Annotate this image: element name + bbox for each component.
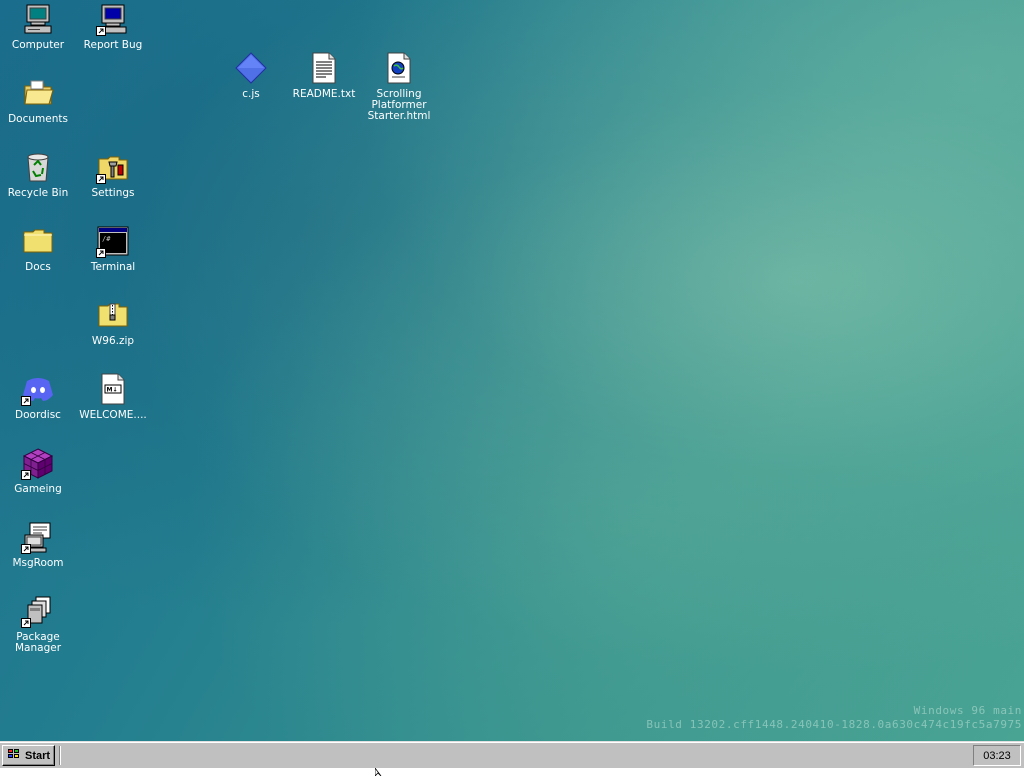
windows-logo-icon (6, 747, 22, 764)
desktop-icon-label: c.js (242, 88, 260, 100)
start-button-label: Start (25, 749, 51, 762)
computer-icon (21, 2, 55, 36)
desktop-icon-package-manager[interactable]: Package Manager (0, 594, 76, 654)
desktop-icon-terminal[interactable]: /# Terminal (75, 224, 151, 273)
start-button[interactable]: Start (2, 745, 55, 766)
desktop-icon-label: W96.zip (91, 335, 135, 347)
desktop-icon-label: Package Manager (14, 631, 62, 654)
desktop-icon-label: WELCOME.... (79, 409, 147, 421)
desktop-icon-label: Terminal (90, 261, 136, 273)
taskbar-divider (59, 746, 61, 765)
system-tray[interactable]: 03:23 (973, 745, 1021, 766)
text-file-icon (307, 51, 341, 85)
desktop-icon-label: Documents (8, 113, 68, 125)
folder-icon (21, 224, 55, 258)
markdown-file-icon: M↓ (96, 372, 130, 406)
discord-icon (21, 372, 55, 406)
desktop-icon-settings[interactable]: Settings (75, 150, 151, 199)
report-bug-icon (96, 2, 130, 36)
build-watermark-line2: Build 13202.cff1448.240410-1828.0a630c47… (646, 718, 1022, 731)
desktop-icon-label: Report Bug (83, 39, 143, 51)
desktop-icon-label: Scrolling Platformer Starter.html (367, 88, 431, 122)
desktop-icon-docs[interactable]: Docs (0, 224, 76, 273)
desktop-icon-report-bug[interactable]: Report Bug (75, 2, 151, 51)
shortcut-arrow-icon (21, 618, 31, 628)
svg-text:M↓: M↓ (107, 387, 118, 394)
desktop-icon-label: Computer (11, 39, 65, 51)
svg-text:/#: /# (102, 235, 111, 243)
desktop-icon-label: Settings (91, 187, 135, 199)
desktop-icon-gameing[interactable]: Gameing (0, 446, 76, 495)
desktop-icon-welcome[interactable]: M↓ WELCOME.... (75, 372, 151, 421)
shortcut-arrow-icon (21, 396, 31, 406)
shortcut-arrow-icon (21, 470, 31, 480)
chat-computer-icon (21, 520, 55, 554)
settings-folder-icon (96, 150, 130, 184)
desktop-icon-label: Recycle Bin (7, 187, 69, 199)
desktop-icon-documents[interactable]: Documents (0, 76, 76, 125)
desktop[interactable]: Computer Report Bug Documents Recycle Bi… (0, 0, 1024, 741)
shortcut-arrow-icon (96, 174, 106, 184)
desktop-icon-scrolling-platformer[interactable]: Scrolling Platformer Starter.html (361, 51, 437, 122)
js-file-icon (234, 51, 268, 85)
desktop-icon-label: Doordisc (15, 409, 61, 421)
desktop-icon-doordisc[interactable]: Doordisc (0, 372, 76, 421)
desktop-icon-msgroom[interactable]: MsgRoom (0, 520, 76, 569)
build-watermark: Windows 96 main Build 13202.cff1448.2404… (646, 704, 1022, 732)
desktop-icon-computer[interactable]: Computer (0, 2, 76, 51)
shortcut-arrow-icon (96, 248, 106, 258)
desktop-icon-label: Docs (25, 261, 51, 273)
shortcut-arrow-icon (96, 26, 106, 36)
desktop-icon-cjs[interactable]: c.js (213, 51, 289, 100)
mouse-cursor-icon (374, 761, 385, 780)
terminal-icon: /# (96, 224, 130, 258)
desktop-icon-recycle-bin[interactable]: Recycle Bin (0, 150, 76, 199)
clock[interactable]: 03:23 (983, 750, 1011, 762)
desktop-icon-label: Gameing (14, 483, 62, 495)
open-folder-icon (21, 76, 55, 110)
desktop-icon-w96zip[interactable]: W96.zip (75, 298, 151, 347)
build-watermark-line1: Windows 96 main (913, 704, 1022, 717)
shortcut-arrow-icon (21, 544, 31, 554)
desktop-icon-readme[interactable]: README.txt (286, 51, 362, 100)
html-file-icon (382, 51, 416, 85)
cube-icon (21, 446, 55, 480)
recycle-bin-icon (21, 150, 55, 184)
package-manager-icon (21, 594, 55, 628)
desktop-icon-label: MsgRoom (12, 557, 64, 569)
taskbar: Start 03:23 (0, 741, 1024, 768)
desktop-icon-label: README.txt (292, 88, 356, 100)
zip-folder-icon (96, 298, 130, 332)
